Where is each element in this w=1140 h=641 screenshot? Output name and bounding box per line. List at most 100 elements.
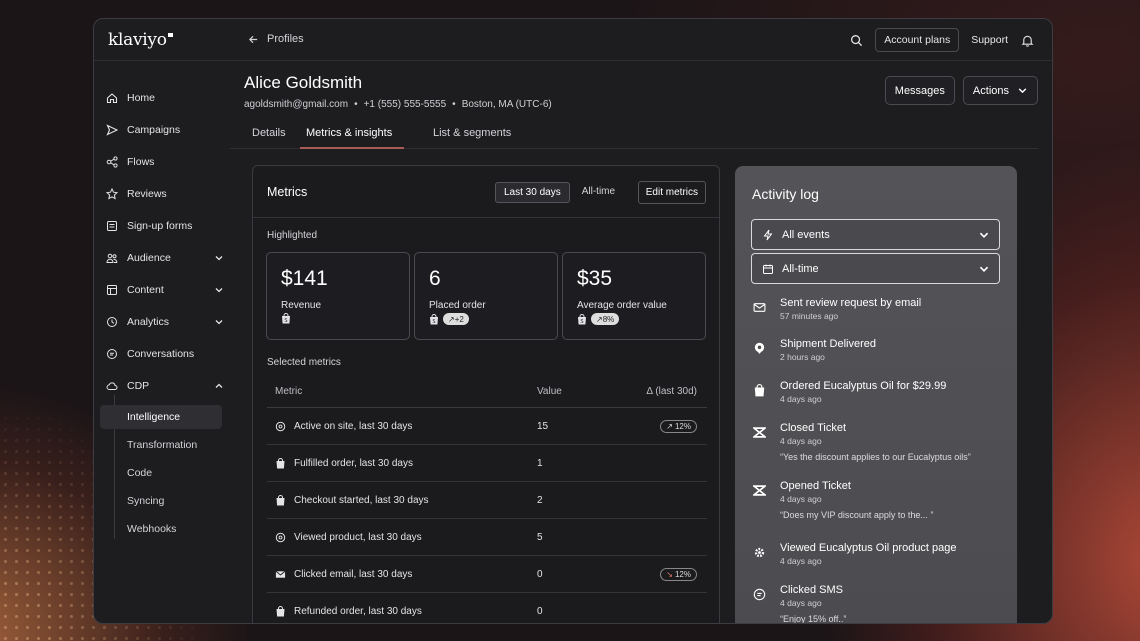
table-row[interactable]: Active on site, last 30 days 15 ↗ 12%	[267, 408, 707, 445]
event-time: 2 hours ago	[780, 352, 825, 362]
sidebar-item-content[interactable]: Content	[106, 279, 224, 301]
table-row[interactable]: Fulfilled order, last 30 days 1	[267, 445, 707, 482]
svg-text:S: S	[432, 319, 435, 325]
trend-up-icon: ↗	[448, 314, 455, 324]
row-value: 0	[537, 568, 543, 580]
gear-icon	[754, 547, 765, 558]
profile-phone: +1 (555) 555-5555	[363, 99, 447, 110]
metric-card-placed-order[interactable]: 6 Placed order S ↗ +2	[414, 252, 558, 340]
sidebar-item-signup-forms[interactable]: Sign-up forms	[106, 215, 224, 237]
tab-metrics-insights[interactable]: Metrics & insights	[300, 127, 405, 149]
chevron-down-icon	[215, 256, 223, 261]
chevron-down-icon	[979, 266, 989, 272]
event-time: 4 days ago	[780, 436, 822, 446]
sidebar-label: Audience	[127, 252, 171, 264]
shopify-bag-icon: S	[282, 313, 290, 324]
actions-label: Actions	[972, 84, 1009, 97]
trend-down-icon: ↘	[666, 569, 673, 579]
column-metric: Metric	[275, 386, 303, 397]
search-icon[interactable]	[849, 33, 863, 47]
tab-list-segments[interactable]: List & segments	[433, 127, 511, 149]
chat-icon	[107, 349, 117, 359]
cloud-icon	[106, 382, 118, 390]
sidebar-item-flows[interactable]: Flows	[106, 151, 224, 173]
trend-up-icon: ↗	[596, 314, 603, 324]
event-filter-value: All events	[782, 228, 830, 241]
profile-name: Alice Goldsmith	[244, 73, 363, 92]
range-toggle: Last 30 days All-time	[495, 182, 623, 203]
sidebar-label: Conversations	[127, 348, 195, 360]
table-row[interactable]: Refunded order, last 30 days 0	[267, 593, 707, 623]
email-icon	[753, 303, 766, 312]
sidebar-subitem-intelligence[interactable]: Intelligence	[100, 405, 222, 429]
trend-up-icon: ↗	[666, 421, 673, 431]
klaviyo-logo[interactable]: klaviyo	[108, 30, 173, 50]
content-icon	[107, 285, 117, 295]
account-plans-button[interactable]: Account plans	[875, 28, 960, 52]
metric-card-average-order-value[interactable]: $35 Average order value S ↗ 8%	[562, 252, 706, 340]
messages-button[interactable]: Messages	[884, 76, 955, 105]
meta-separator: •	[452, 99, 456, 110]
sidebar-item-home[interactable]: Home	[106, 87, 224, 109]
messages-label: Messages	[894, 84, 945, 97]
row-value: 2	[537, 494, 543, 506]
sidebar-subitem-code[interactable]: Code	[100, 461, 222, 485]
metric-card-revenue[interactable]: $141 Revenue S	[266, 252, 410, 340]
trend-pill: ↗ +2	[443, 313, 469, 325]
sidebar-item-cdp[interactable]: CDP	[106, 375, 224, 397]
metrics-title: Metrics	[267, 185, 308, 199]
svg-text:S: S	[580, 319, 583, 325]
bell-icon[interactable]	[1020, 33, 1034, 47]
tab-details[interactable]: Details	[252, 127, 286, 149]
range-last-30-days[interactable]: Last 30 days	[495, 182, 570, 203]
sidebar-subitem-transformation[interactable]: Transformation	[100, 433, 222, 457]
zendesk-icon	[753, 485, 766, 496]
metric-label: Placed order	[429, 300, 486, 311]
sidebar-label: Reviews	[127, 188, 167, 200]
profile-email[interactable]: agoldsmith@gmail.com	[244, 99, 348, 110]
row-metric: Checkout started, last 30 days	[294, 494, 429, 506]
shopify-bag-icon: S	[578, 313, 586, 325]
gear-icon	[275, 421, 286, 431]
sidebar: Home Campaigns Flows Reviews Sign-up for…	[94, 61, 230, 623]
time-filter-dropdown[interactable]: All-time	[751, 253, 1000, 284]
sidebar-item-conversations[interactable]: Conversations	[106, 343, 224, 365]
event-filter-dropdown[interactable]: All events	[751, 219, 1000, 250]
actions-button[interactable]: Actions	[962, 76, 1038, 105]
support-link[interactable]: Support	[971, 34, 1008, 46]
table-row[interactable]: Clicked email, last 30 days 0 ↘ 12%	[267, 556, 707, 593]
table-header: Metric Value Δ (last 30d)	[267, 376, 707, 408]
sidebar-label: Campaigns	[127, 124, 181, 136]
profile-meta: agoldsmith@gmail.com • +1 (555) 555-5555…	[244, 99, 552, 110]
column-value: Value	[537, 386, 562, 397]
sidebar-subitem-webhooks[interactable]: Webhooks	[100, 517, 222, 541]
people-icon	[106, 253, 118, 263]
table-row[interactable]: Checkout started, last 30 days 2	[267, 482, 707, 519]
selected-metrics-label: Selected metrics	[267, 357, 341, 368]
sidebar-item-audience[interactable]: Audience	[106, 247, 224, 269]
shopify-bag-icon: S	[430, 313, 438, 325]
row-value: 5	[537, 531, 543, 543]
zendesk-icon	[753, 427, 766, 438]
profile-location: Boston, MA (UTC-6)	[461, 99, 552, 110]
back-to-profiles-link[interactable]: Profiles	[248, 33, 304, 45]
sidebar-item-campaigns[interactable]: Campaigns	[106, 119, 224, 141]
event-title: Ordered Eucalyptus Oil for $29.99	[780, 380, 947, 392]
sidebar-item-analytics[interactable]: Analytics	[106, 311, 224, 333]
sidebar-subitem-syncing[interactable]: Syncing	[100, 489, 222, 513]
shopify-bag-icon	[276, 457, 285, 468]
event-title: Shipment Delivered	[780, 338, 876, 350]
activity-log-title: Activity log	[752, 186, 819, 202]
trend-value: 8%	[602, 314, 615, 324]
edit-metrics-button[interactable]: Edit metrics	[637, 181, 706, 204]
sidebar-item-reviews[interactable]: Reviews	[106, 183, 224, 205]
row-value: 1	[537, 457, 543, 469]
table-row[interactable]: Viewed product, last 30 days 5	[267, 519, 707, 556]
location-icon	[754, 342, 765, 354]
range-all-time[interactable]: All-time	[574, 182, 623, 203]
tab-label: Metrics & insights	[306, 127, 393, 139]
highlighted-label: Highlighted	[267, 230, 318, 241]
sidebar-label: Home	[127, 92, 156, 104]
back-label: Profiles	[267, 33, 304, 45]
event-quote: “Enjoy 15% off..”	[780, 614, 847, 624]
